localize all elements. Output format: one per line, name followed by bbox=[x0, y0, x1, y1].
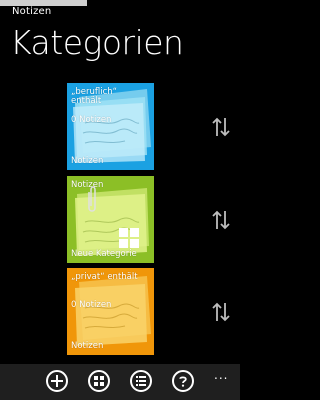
tiles-view-button[interactable] bbox=[88, 370, 110, 392]
tile-beruflich-footer: Notizen bbox=[71, 156, 104, 166]
tiles-icon bbox=[94, 376, 104, 386]
reorder-icon[interactable] bbox=[211, 116, 231, 138]
help-icon bbox=[179, 376, 187, 387]
add-button[interactable] bbox=[46, 370, 68, 392]
more-menu-button[interactable]: ... bbox=[214, 368, 228, 382]
tile-privat-count: 0 Notizen bbox=[71, 300, 112, 310]
tile-privat-name: „privat“ enthält bbox=[71, 272, 138, 282]
tile-beruflich-count: 0 Notizen bbox=[71, 115, 112, 125]
help-button[interactable] bbox=[172, 370, 194, 392]
category-tile-new[interactable]: Notizen Neue Kategorie bbox=[67, 176, 154, 263]
add-icon bbox=[51, 375, 63, 387]
reorder-icon[interactable] bbox=[211, 301, 231, 323]
app-bar: ... bbox=[0, 364, 240, 400]
category-tile-beruflich[interactable]: „beruflich“ enthält 0 Notizen Notizen bbox=[67, 83, 154, 170]
tile-privat-footer: Notizen bbox=[71, 341, 104, 351]
list-icon bbox=[136, 376, 146, 386]
category-tile-privat[interactable]: „privat“ enthält 0 Notizen Notizen bbox=[67, 268, 154, 355]
list-view-button[interactable] bbox=[130, 370, 152, 392]
tile-beruflich-enthaelt: enthält bbox=[71, 96, 102, 106]
app-title: Notizen bbox=[12, 6, 52, 17]
reorder-icon[interactable] bbox=[211, 209, 231, 231]
page-title: Kategorien bbox=[10, 23, 184, 62]
tile-new-title: Notizen bbox=[71, 180, 104, 190]
tile-new-footer: Neue Kategorie bbox=[71, 249, 137, 259]
